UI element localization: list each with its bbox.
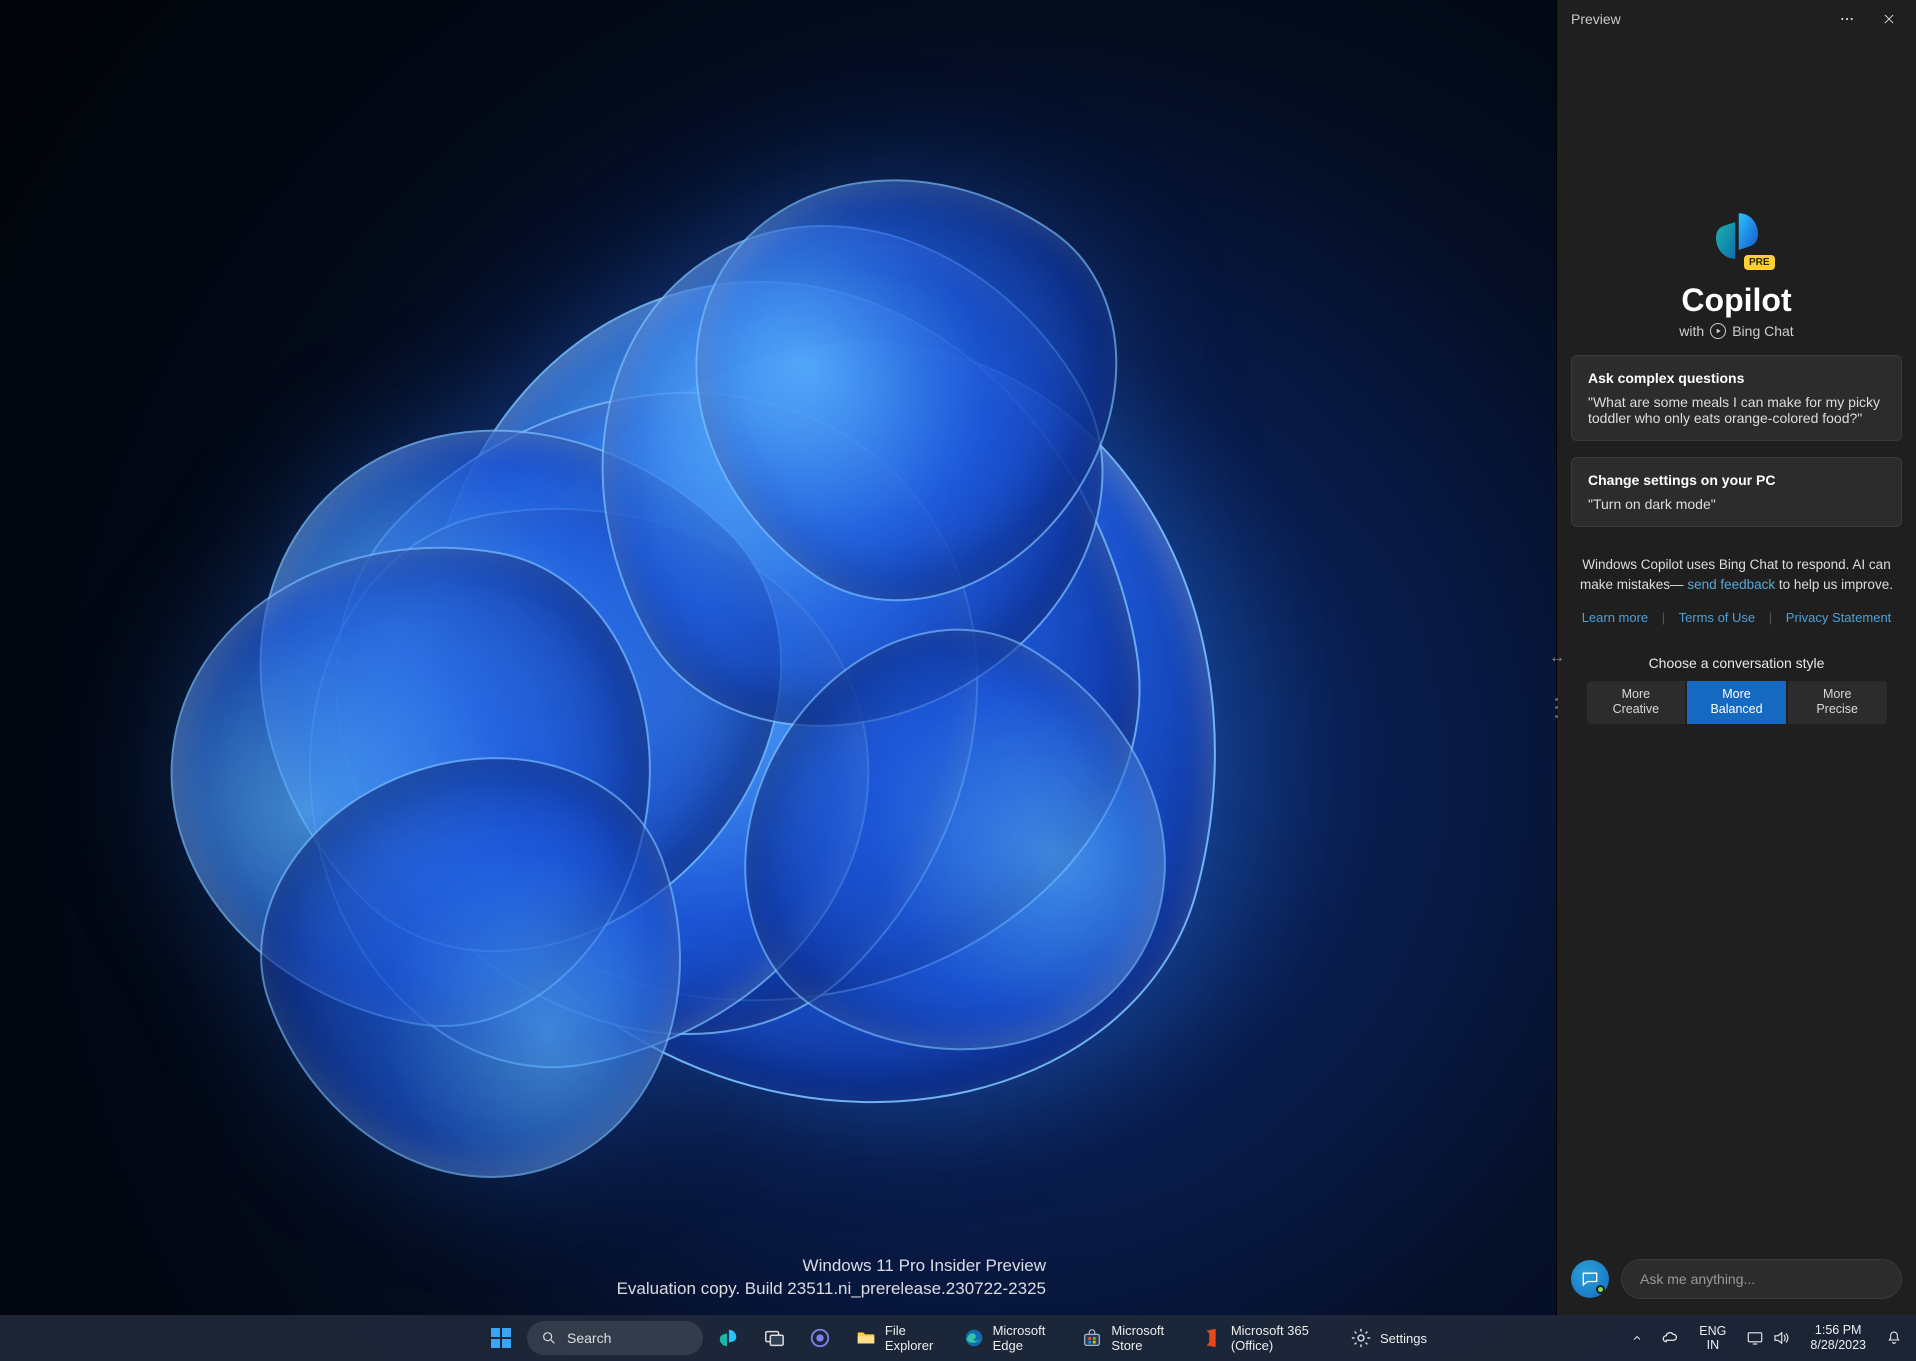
start-button[interactable] bbox=[479, 1319, 523, 1357]
suggestion-card-heading: Change settings on your PC bbox=[1588, 472, 1885, 488]
privacy-statement-link[interactable]: Privacy Statement bbox=[1786, 610, 1892, 625]
suggestion-card-heading: Ask complex questions bbox=[1588, 370, 1885, 386]
ellipsis-icon bbox=[1839, 11, 1855, 27]
file-explorer-icon bbox=[855, 1327, 877, 1349]
panel-resize-handle[interactable]: ↔ bbox=[1550, 644, 1564, 672]
tray-time: 1:56 PM bbox=[1815, 1323, 1862, 1338]
suggestion-card-change-settings[interactable]: Change settings on your PC "Turn on dark… bbox=[1571, 457, 1902, 527]
conversation-style-selector: MoreCreative MoreBalanced MorePrecise bbox=[1587, 681, 1887, 724]
copilot-logo: PRE bbox=[1709, 208, 1765, 264]
cloud-icon bbox=[1661, 1329, 1679, 1347]
search-icon bbox=[541, 1330, 557, 1346]
copilot-header: Preview bbox=[1557, 0, 1916, 38]
wallpaper-bloom-graphic bbox=[50, 80, 1400, 1310]
more-options-button[interactable] bbox=[1826, 4, 1868, 34]
terms-of-use-link[interactable]: Terms of Use bbox=[1679, 610, 1756, 625]
taskbar-app-label: Microsoft 365 (Office) bbox=[1231, 1323, 1326, 1353]
taskbar-app-label: Settings bbox=[1380, 1331, 1427, 1346]
bell-icon bbox=[1886, 1330, 1902, 1346]
chevron-up-icon bbox=[1631, 1332, 1643, 1344]
taskbar-chat-button[interactable] bbox=[799, 1319, 841, 1357]
tray-notifications[interactable] bbox=[1878, 1319, 1910, 1357]
taskbar-file-explorer[interactable]: File Explorer bbox=[845, 1319, 949, 1357]
watermark-line-2: Evaluation copy. Build 23511.ni_prerelea… bbox=[617, 1278, 1046, 1301]
store-icon bbox=[1081, 1327, 1103, 1349]
taskbar-copilot-button[interactable] bbox=[707, 1319, 749, 1357]
edge-icon bbox=[963, 1327, 985, 1349]
watermark-line-1: Windows 11 Pro Insider Preview bbox=[617, 1255, 1046, 1278]
copilot-input-bar bbox=[1557, 1247, 1916, 1315]
preview-badge: PRE bbox=[1744, 255, 1775, 270]
taskbar-search-box[interactable]: Search bbox=[527, 1321, 703, 1355]
tray-clock[interactable]: 1:56 PM 8/28/2023 bbox=[1800, 1319, 1876, 1357]
panel-resize-grip[interactable] bbox=[1553, 698, 1559, 718]
taskbar-search-placeholder: Search bbox=[567, 1330, 611, 1346]
taskbar-microsoft-edge[interactable]: Microsoft Edge bbox=[953, 1319, 1068, 1357]
copilot-title: Copilot bbox=[1571, 282, 1902, 319]
learn-more-link[interactable]: Learn more bbox=[1582, 610, 1648, 625]
windows-logo-icon bbox=[489, 1326, 513, 1350]
taskbar-app-label: File Explorer bbox=[885, 1323, 939, 1353]
tray-network-volume[interactable] bbox=[1738, 1319, 1798, 1357]
suggestion-card-body: "Turn on dark mode" bbox=[1588, 496, 1885, 512]
chat-icon bbox=[809, 1327, 831, 1349]
desktop-watermark: Windows 11 Pro Insider Preview Evaluatio… bbox=[617, 1255, 1046, 1301]
copilot-chat-input[interactable] bbox=[1621, 1259, 1902, 1299]
taskview-icon bbox=[763, 1327, 785, 1349]
style-creative-button[interactable]: MoreCreative bbox=[1587, 681, 1686, 724]
taskbar-microsoft-store[interactable]: Microsoft Store bbox=[1071, 1319, 1186, 1357]
tray-onedrive[interactable] bbox=[1653, 1319, 1687, 1357]
new-topic-button[interactable] bbox=[1571, 1260, 1609, 1298]
close-icon bbox=[1882, 12, 1896, 26]
gear-icon bbox=[1350, 1327, 1372, 1349]
taskbar-microsoft-365[interactable]: Microsoft 365 (Office) bbox=[1191, 1319, 1336, 1357]
taskbar-taskview-button[interactable] bbox=[753, 1319, 795, 1357]
copilot-subtitle: with Bing Chat bbox=[1571, 323, 1902, 339]
copilot-footer-links: Learn more | Terms of Use | Privacy Stat… bbox=[1571, 610, 1902, 625]
suggestion-card-body: "What are some meals I can make for my p… bbox=[1588, 394, 1885, 426]
tray-language[interactable]: ENG IN bbox=[1689, 1319, 1736, 1357]
taskbar-app-label: Microsoft Store bbox=[1111, 1323, 1176, 1353]
status-dot-icon bbox=[1596, 1285, 1605, 1294]
monitor-icon bbox=[1746, 1329, 1764, 1347]
volume-icon bbox=[1772, 1329, 1790, 1347]
taskbar: Search File Explorer bbox=[0, 1315, 1916, 1361]
tray-date: 8/28/2023 bbox=[1810, 1338, 1866, 1353]
conversation-style-label: Choose a conversation style bbox=[1571, 655, 1902, 671]
copilot-disclaimer: Windows Copilot uses Bing Chat to respon… bbox=[1571, 555, 1902, 596]
send-feedback-link[interactable]: send feedback bbox=[1687, 577, 1775, 592]
style-precise-button[interactable]: MorePrecise bbox=[1788, 681, 1887, 724]
copilot-panel: ↔ Preview PRE Copilot bbox=[1556, 0, 1916, 1315]
bing-icon bbox=[1710, 323, 1726, 339]
copilot-header-label: Preview bbox=[1571, 11, 1621, 27]
taskbar-app-label: Microsoft Edge bbox=[993, 1323, 1058, 1353]
style-balanced-button[interactable]: MoreBalanced bbox=[1687, 681, 1786, 724]
taskbar-settings[interactable]: Settings bbox=[1340, 1319, 1437, 1357]
close-button[interactable] bbox=[1868, 4, 1910, 34]
tray-overflow-button[interactable] bbox=[1623, 1319, 1651, 1357]
copilot-icon bbox=[717, 1327, 739, 1349]
suggestion-card-complex-questions[interactable]: Ask complex questions "What are some mea… bbox=[1571, 355, 1902, 441]
m365-icon bbox=[1201, 1327, 1223, 1349]
